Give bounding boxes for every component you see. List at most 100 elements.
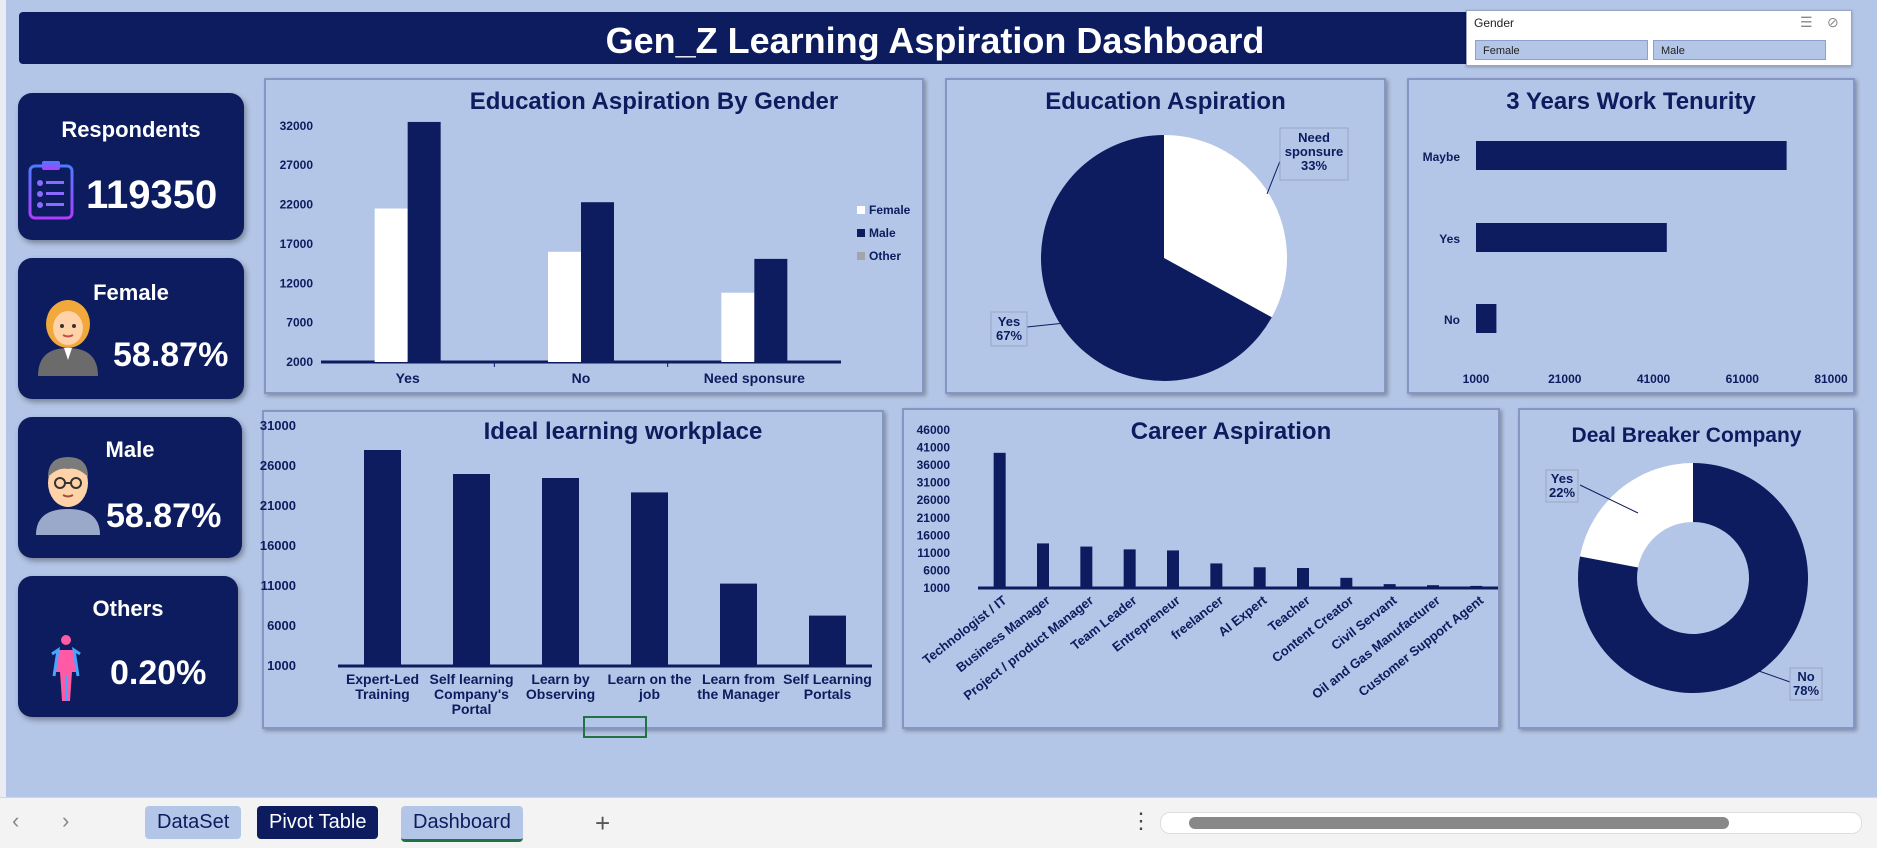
kpi-respondents-value: 119350 (86, 173, 218, 217)
y-tick-label: 16000 (260, 538, 296, 553)
kpi-female-value: 58.87% (113, 336, 229, 374)
bar (1476, 223, 1667, 252)
bar (407, 121, 441, 362)
gender-slicer[interactable]: Gender ☰ ⊘ Female Male (1466, 10, 1852, 66)
y-tick-label: 26000 (917, 493, 951, 507)
kpi-female: Female 58.87% (18, 258, 244, 399)
x-tick-label: 81000 (1814, 372, 1848, 386)
bar (720, 583, 757, 666)
x-tick-label: 41000 (1637, 372, 1671, 386)
x-tick-label: Need sponsure (704, 370, 805, 386)
bar (1123, 549, 1136, 588)
scrollbar-thumb[interactable] (1189, 817, 1729, 829)
donut-data-label: Yes 22% (1549, 471, 1575, 500)
y-tick-label: 31000 (917, 476, 951, 490)
x-tick-label: Expert-Led Training (346, 671, 419, 702)
y-tick-label: 11000 (261, 578, 296, 593)
y-tick-label: 12000 (280, 276, 314, 290)
chart-ideal-workplace[interactable]: Ideal learning workplace 1000 6000 11000 16… (260, 410, 884, 729)
bar (364, 450, 401, 666)
bar (809, 615, 846, 666)
bar (548, 251, 581, 362)
bar (542, 478, 579, 666)
clear-filter-icon[interactable]: ⊘ (1827, 14, 1839, 31)
chart-work-tenurity[interactable]: 3 Years Work Tenurity Maybe Yes No 1000 2100… (1407, 78, 1855, 394)
x-tick-label: Learn by Observing (526, 671, 595, 702)
tab-dataset[interactable]: DataSet (145, 806, 242, 839)
slicer-title: Gender (1474, 16, 1515, 30)
y-tick-label: 11000 (917, 546, 950, 560)
y-tick-label: 31000 (260, 418, 296, 433)
slicer-option-male[interactable]: Male (1653, 40, 1826, 60)
kpi-respondents: Respondents 119350 (18, 93, 244, 240)
x-tick-label: 61000 (1726, 372, 1760, 386)
leader-line (1026, 322, 1066, 328)
legend-label: Other (869, 249, 901, 263)
y-tick-label: 21000 (917, 511, 951, 525)
x-tick-label: Learn on the job (607, 671, 691, 702)
row-gutter (0, 0, 6, 797)
x-tick-label: No (572, 370, 591, 386)
tab-dashboard[interactable]: Dashboard (401, 806, 523, 842)
legend-label: Male (869, 226, 896, 240)
y-tick-label: 16000 (917, 528, 951, 542)
chart-plot: Yes 22%No 78% (1545, 463, 1823, 701)
kpi-others: Others 0.20% (18, 576, 238, 717)
leader-line (1755, 669, 1791, 683)
x-tick-label: 21000 (1548, 372, 1582, 386)
bar (1167, 550, 1179, 588)
chart-education-aspiration[interactable]: Education Aspiration Need sponsure 33% Yes 6… (945, 78, 1386, 394)
y-tick-label: 1000 (267, 658, 296, 673)
x-tick-label: Self Learning Portals (783, 671, 872, 702)
chart-plot: Need sponsure 33%Yes 67% (990, 127, 1349, 382)
donut-slice (1580, 463, 1693, 568)
x-tick-label: AI Expert (1215, 592, 1270, 639)
bar (1037, 543, 1049, 588)
bar (1470, 585, 1483, 588)
bar (754, 258, 788, 362)
bar (1253, 567, 1266, 588)
y-tick-label: No (1444, 313, 1460, 327)
y-tick-label: 27000 (280, 158, 314, 172)
legend-swatch (857, 206, 865, 214)
man-icon (36, 457, 100, 535)
y-tick-label: 7000 (286, 316, 313, 330)
horizontal-scrollbar[interactable] (1160, 812, 1862, 834)
y-tick-label: Yes (1439, 232, 1460, 246)
kpi-male: Male 58.87% (18, 417, 242, 558)
y-tick-label: 26000 (260, 458, 296, 473)
chart-education-by-gender[interactable]: Education Aspiration By Gender 2000 7000 1… (264, 78, 924, 394)
y-tick-label: 22000 (280, 198, 314, 212)
bar (631, 492, 668, 666)
y-tick-label: 32000 (280, 119, 314, 133)
kpi-male-value: 58.87% (106, 497, 222, 535)
y-tick-label: 21000 (260, 498, 296, 513)
chart-career-aspiration[interactable]: Career Aspiration 1000 6000 11000 16000 2100… (902, 408, 1500, 729)
active-cell[interactable] (583, 716, 647, 738)
chart-plot: 1000 6000 11000 16000 21000 26000 31000 Expert-… (260, 418, 872, 717)
kpi-others-value: 0.20% (110, 654, 207, 692)
gender-neutral-icon (51, 635, 81, 701)
bar (374, 208, 408, 362)
tab-pivot-table[interactable]: Pivot Table (257, 806, 379, 839)
bar (721, 292, 755, 362)
bar (453, 474, 490, 666)
bar (581, 202, 614, 362)
bar (1383, 584, 1396, 588)
y-tick-label: Maybe (1423, 150, 1461, 164)
legend-label: Female (869, 203, 911, 217)
prev-sheet-arrow-icon[interactable]: ‹ (12, 808, 19, 834)
slicer-option-female[interactable]: Female (1475, 40, 1648, 60)
next-sheet-arrow-icon[interactable]: › (62, 808, 69, 834)
multi-select-icon[interactable]: ☰ (1800, 14, 1813, 31)
y-tick-label: 2000 (286, 355, 313, 369)
chart-deal-breaker[interactable]: Deal Breaker Company Yes 22% No 78% (1518, 408, 1855, 729)
legend-swatch (857, 229, 865, 237)
add-sheet-icon[interactable]: + (595, 808, 610, 839)
y-tick-label: 6000 (267, 618, 296, 633)
bar (993, 452, 1006, 588)
y-tick-label: 36000 (917, 458, 951, 472)
more-options-icon[interactable]: ⋮ (1130, 808, 1152, 834)
sheet-tab-bar: ‹ › DataSet Pivot Table Dashboard + ⋮ (0, 797, 1877, 848)
bar (1210, 563, 1223, 588)
